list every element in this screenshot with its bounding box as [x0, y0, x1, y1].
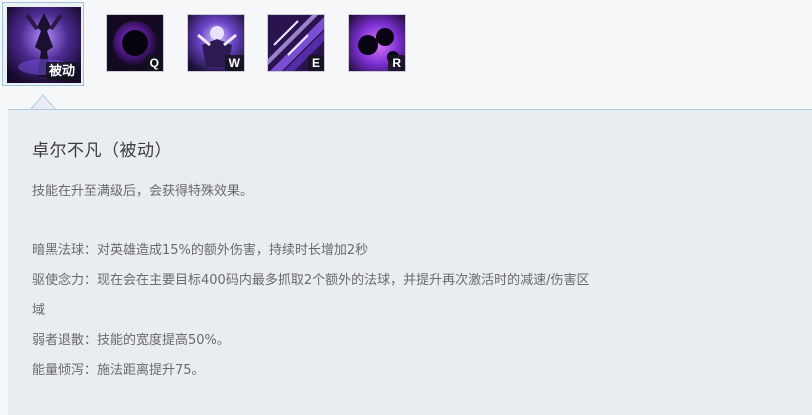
e-skill-icon: E: [268, 15, 324, 71]
w-skill-icon: W: [188, 15, 244, 71]
effect-row: 驱使念力：现在会在主要目标400码内最多抓取2个额外的法球，并提升再次激活时的减…: [32, 273, 590, 288]
skill-detail-panel: 卓尔不凡（被动） 技能在升至满级后，会获得特殊效果。 暗黑法球：对英雄造成15%…: [8, 109, 812, 415]
skill-key-label: E: [307, 55, 324, 71]
effect-list: 暗黑法球：对英雄造成15%的额外伤害，持续时长增加2秒 驱使念力：现在会在主要目…: [32, 236, 792, 386]
skill-key-label: 被动: [45, 62, 78, 80]
effect-row: 暗黑法球：对英雄造成15%的额外伤害，持续时长增加2秒: [32, 243, 369, 258]
skill-w-button[interactable]: W: [187, 14, 245, 72]
effect-row: 域: [32, 303, 46, 318]
skill-e-button[interactable]: E: [267, 14, 325, 72]
passive-skill-icon: 被动: [7, 7, 81, 83]
skill-key-label: W: [224, 55, 244, 71]
skill-title: 卓尔不凡（被动）: [32, 141, 172, 161]
selection-pointer-icon: [30, 94, 56, 110]
skill-bar: 被动 Q W E R: [0, 0, 812, 96]
skill-q-button[interactable]: Q: [106, 14, 164, 72]
r-skill-icon: R: [349, 15, 405, 71]
skill-passive-button[interactable]: 被动: [2, 2, 84, 86]
effect-row: 能量倾泻：施法距离提升75。: [32, 363, 205, 378]
skill-summary: 技能在升至满级后，会获得特殊效果。: [32, 184, 254, 199]
skill-r-button[interactable]: R: [348, 14, 406, 72]
skill-key-label: Q: [145, 55, 163, 71]
skill-key-label: R: [388, 55, 405, 71]
q-skill-icon: Q: [107, 15, 163, 71]
effect-row: 弱者退散：技能的宽度提高50%。: [32, 333, 230, 348]
